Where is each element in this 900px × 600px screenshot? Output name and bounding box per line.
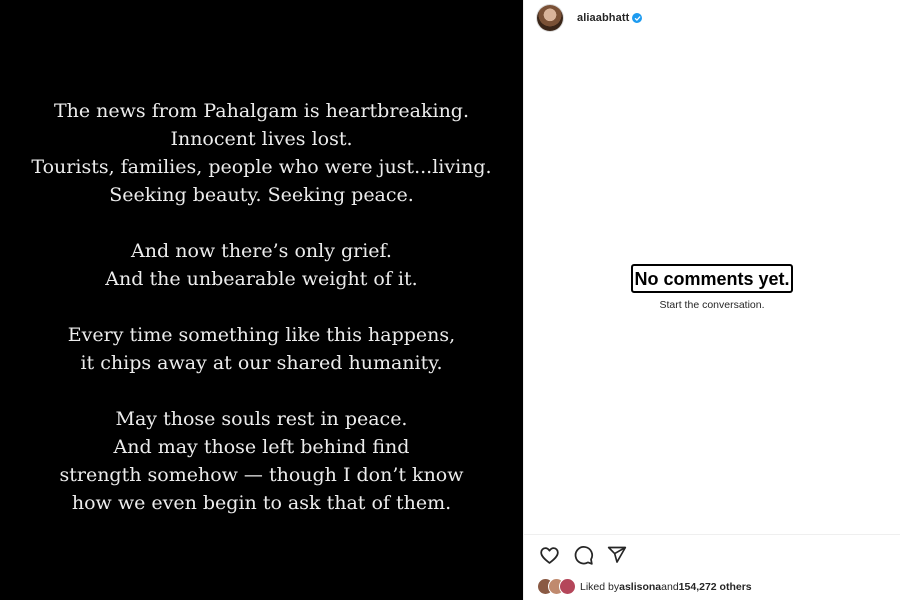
- post-stanza-2: And now there’s only grief. And the unbe…: [31, 237, 491, 293]
- post-line: Tourists, families, people who were just…: [31, 156, 492, 178]
- comments-empty-state: No comments yet. Start the conversation.: [524, 264, 900, 311]
- likes-middle: and: [661, 580, 679, 593]
- post-stanza-4: May those souls rest in peace. And may t…: [31, 405, 491, 517]
- empty-comments-subtitle: Start the conversation.: [659, 299, 765, 311]
- post-line: And may those left behind find: [113, 436, 410, 458]
- share-icon[interactable]: [605, 543, 629, 567]
- post-line: Seeking beauty. Seeking peace.: [109, 184, 414, 206]
- post-stanza-1: The news from Pahalgam is heartbreaking.…: [31, 97, 491, 209]
- liker-username-link[interactable]: aslisona: [619, 581, 661, 593]
- profile-avatar[interactable]: [537, 5, 563, 31]
- likes-count-link[interactable]: 154,272 others: [679, 581, 752, 593]
- verified-badge-icon: [632, 13, 643, 23]
- post-stanza-3: Every time something like this happens, …: [31, 321, 491, 377]
- liker-avatar: [559, 578, 576, 595]
- comment-icon[interactable]: [571, 543, 595, 567]
- post-view: The news from Pahalgam is heartbreaking.…: [0, 0, 900, 600]
- post-line: May those souls rest in peace.: [115, 408, 408, 430]
- post-line: it chips away at our shared humanity.: [80, 352, 443, 374]
- post-line: The news from Pahalgam is heartbreaking.: [53, 100, 470, 122]
- post-line: Every time something like this happens,: [67, 324, 456, 346]
- divider: [524, 534, 900, 535]
- post-line: And the unbearable weight of it.: [105, 268, 418, 290]
- post-image[interactable]: The news from Pahalgam is heartbreaking.…: [0, 0, 523, 600]
- heart-icon[interactable]: [537, 543, 561, 567]
- post-text: The news from Pahalgam is heartbreaking.…: [31, 97, 491, 517]
- comments-panel: aliaabhatt No comments yet. Start the co…: [523, 0, 900, 600]
- username-link[interactable]: aliaabhatt: [577, 12, 629, 24]
- liker-avatars: [537, 578, 576, 595]
- post-actions: [537, 543, 639, 567]
- post-line: And now there’s only grief.: [131, 240, 392, 262]
- post-line: Innocent lives lost.: [170, 128, 353, 150]
- post-line: how we even begin to ask that of them.: [71, 492, 452, 514]
- empty-comments-title: No comments yet.: [631, 264, 793, 293]
- post-line: strength somehow — though I don’t know: [59, 464, 464, 486]
- likes-summary[interactable]: Liked by aslisona and 154,272 others: [537, 578, 752, 595]
- likes-prefix: Liked by: [580, 580, 620, 593]
- post-header: aliaabhatt: [537, 4, 643, 32]
